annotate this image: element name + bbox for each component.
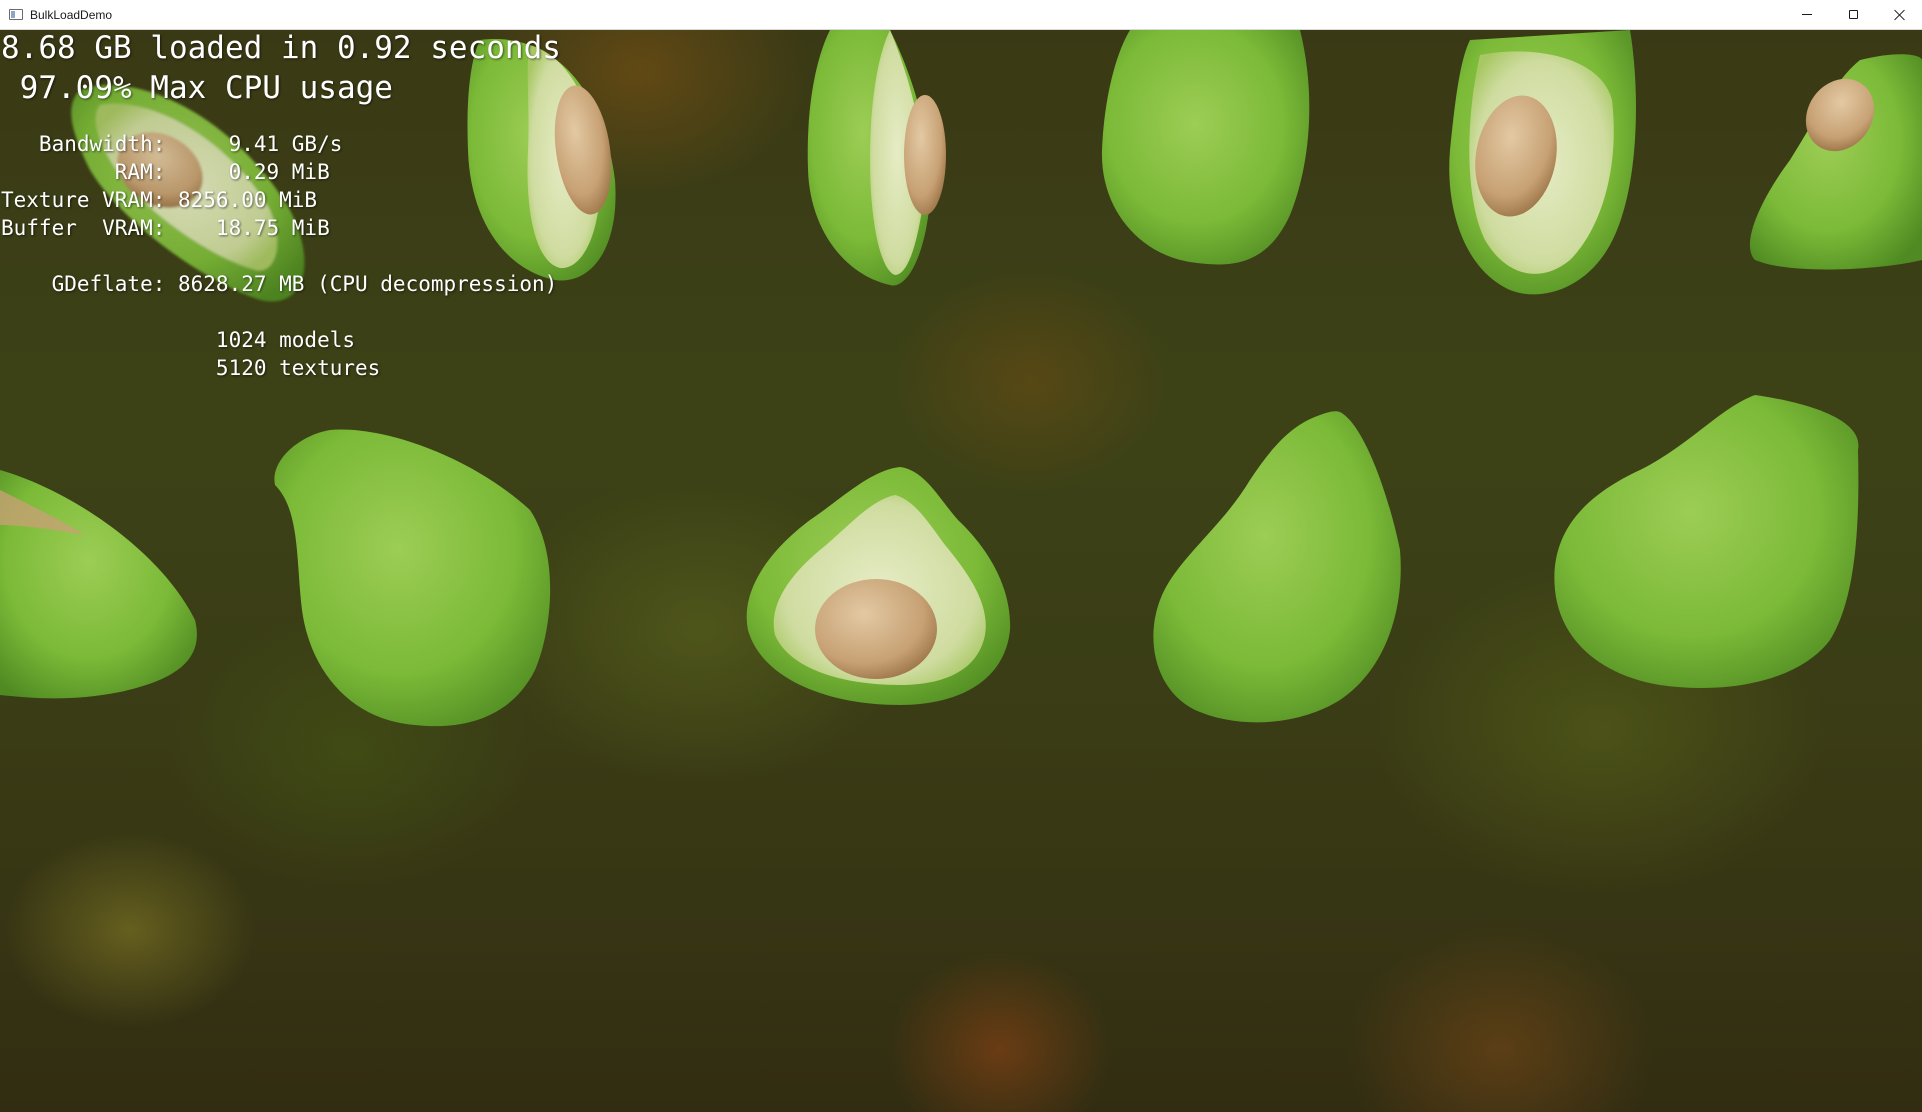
app-window: BulkLoadDemo 8.68 GB loaded in 0.92 seco… bbox=[0, 0, 1922, 1112]
avocado-whole-middle-1 bbox=[274, 429, 551, 727]
close-button[interactable] bbox=[1876, 0, 1922, 29]
gdeflate-stat: GDeflate: 8628.27 MB (CPU decompression) bbox=[1, 272, 558, 296]
title-bar[interactable]: BulkLoadDemo bbox=[0, 0, 1922, 30]
avocado-whole-middle-4 bbox=[1554, 395, 1859, 688]
minimize-button[interactable] bbox=[1784, 0, 1830, 29]
avocado-half-top-4 bbox=[1449, 30, 1636, 295]
window-app-icon bbox=[9, 9, 23, 20]
texture-vram-stat: Texture VRAM: 8256.00 MiB bbox=[1, 188, 318, 212]
avocado-half-left-edge bbox=[0, 470, 197, 699]
maximize-button[interactable] bbox=[1830, 0, 1876, 29]
loaded-summary-text: 8.68 GB loaded in 0.92 seconds bbox=[1, 30, 561, 66]
window-title: BulkLoadDemo bbox=[30, 8, 113, 22]
avocado-whole-middle-3 bbox=[1153, 411, 1401, 723]
close-icon bbox=[1894, 9, 1905, 20]
bandwidth-stat: Bandwidth: 9.41 GB/s bbox=[1, 132, 343, 156]
render-viewport[interactable]: 8.68 GB loaded in 0.92 seconds 97.09% Ma… bbox=[0, 30, 1922, 1112]
avocado-whole-top-3 bbox=[1101, 30, 1310, 265]
maximize-icon bbox=[1848, 10, 1858, 19]
cpu-usage-text: 97.09% Max CPU usage bbox=[1, 70, 393, 106]
buffer-vram-stat: Buffer VRAM: 18.75 MiB bbox=[1, 216, 330, 240]
avocado-half-top-right-edge bbox=[1749, 54, 1922, 270]
minimize-icon bbox=[1802, 14, 1812, 15]
avocado-half-top-1 bbox=[467, 39, 616, 281]
models-count: 1024 models bbox=[1, 328, 356, 352]
avocado-half-middle-2 bbox=[746, 467, 1011, 705]
avocado-half-top-2 bbox=[807, 30, 946, 286]
textures-count: 5120 textures bbox=[1, 356, 381, 380]
ram-stat: RAM: 0.29 MiB bbox=[1, 160, 330, 184]
